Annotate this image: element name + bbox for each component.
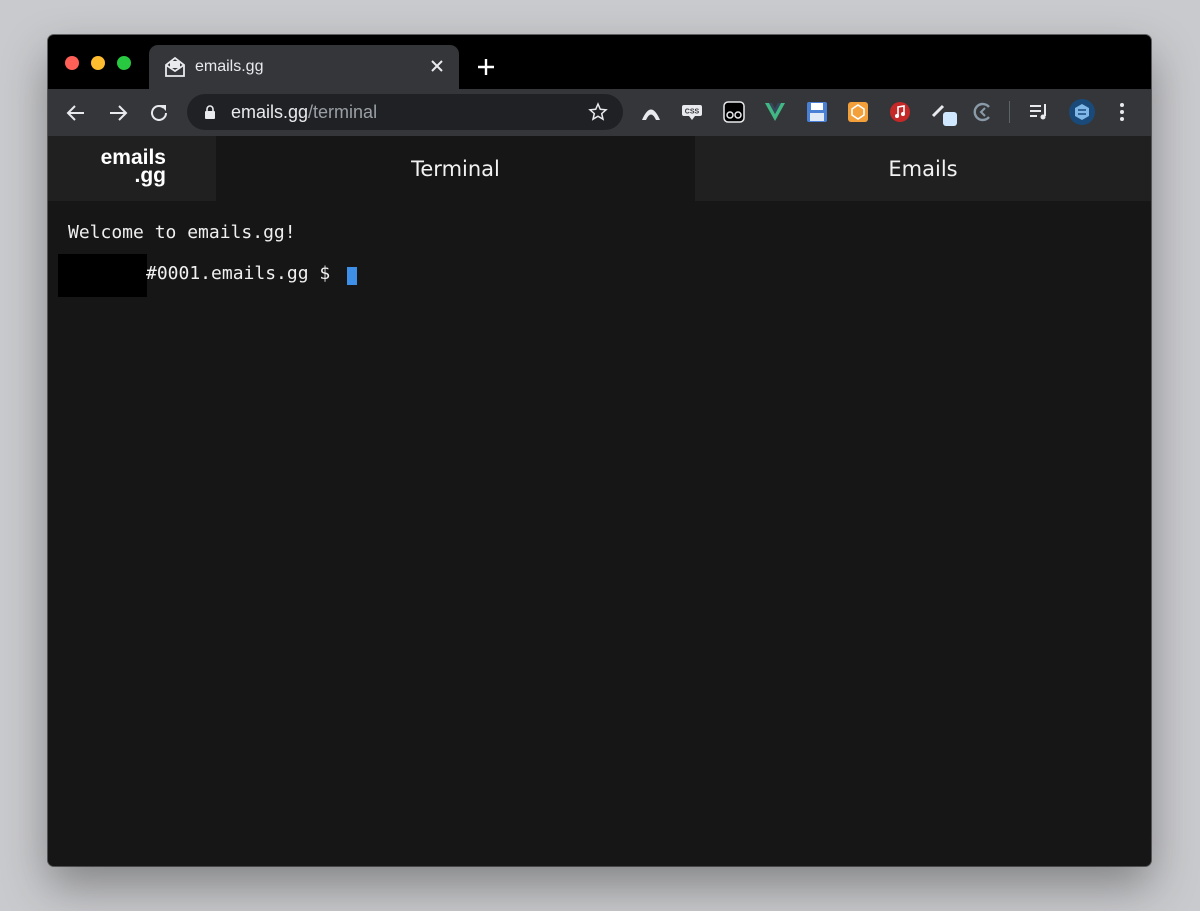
maximize-window-button[interactable]	[117, 56, 131, 70]
terminal-prompt: #0001.emails.gg $	[146, 263, 342, 284]
css-icon[interactable]: CSS	[681, 101, 703, 123]
playlist-icon[interactable]	[1028, 101, 1050, 123]
welcome-message: Welcome to emails.gg!	[68, 222, 296, 243]
tab-title: emails.gg	[195, 58, 264, 75]
tab-emails[interactable]: Emails	[695, 136, 1151, 201]
app-nav: emails .gg Terminal Emails	[48, 136, 1151, 201]
toolbar-divider	[1009, 101, 1010, 123]
bookmark-star-icon[interactable]	[588, 102, 608, 122]
minimize-window-button[interactable]	[91, 56, 105, 70]
logo-line2: .gg	[134, 164, 167, 187]
url-path: /terminal	[308, 102, 378, 122]
new-tab-icon[interactable]	[476, 57, 496, 77]
avatar-icon[interactable]	[1068, 98, 1096, 126]
close-icon[interactable]	[429, 58, 445, 74]
url-text: emails.gg/terminal	[231, 102, 377, 123]
mountain-icon[interactable]	[640, 101, 662, 123]
terminal-cursor[interactable]	[347, 267, 357, 285]
browser-toolbar: emails.gg/terminal CSS	[48, 89, 1151, 136]
forward-arrow-icon[interactable]	[107, 102, 129, 124]
address-bar[interactable]: emails.gg/terminal	[187, 94, 623, 130]
lock-icon	[205, 105, 215, 119]
menu-more-icon[interactable]	[1111, 101, 1133, 123]
floppy-disk-icon[interactable]	[806, 101, 828, 123]
tab-terminal[interactable]: Terminal	[216, 136, 695, 201]
browser-window: emails.gg emails.gg/terminal CSS emails …	[48, 35, 1151, 866]
browser-tab[interactable]: emails.gg	[149, 45, 459, 89]
logo[interactable]: emails .gg	[48, 136, 216, 201]
svg-text:CSS: CSS	[685, 109, 700, 116]
tab-strip: emails.gg	[48, 35, 1151, 89]
music-icon[interactable]	[889, 101, 911, 123]
pen-icon[interactable]	[930, 101, 960, 127]
redacted-username	[58, 254, 147, 297]
orange-extension-icon[interactable]	[847, 101, 869, 123]
close-window-button[interactable]	[65, 56, 79, 70]
envelope-open-icon	[165, 56, 185, 77]
refresh-ring-icon[interactable]	[971, 101, 993, 123]
glasses-icon[interactable]	[723, 101, 745, 123]
back-arrow-icon[interactable]	[65, 102, 87, 124]
vue-icon[interactable]	[764, 101, 786, 123]
reload-icon[interactable]	[148, 102, 170, 124]
url-host: emails.gg	[231, 102, 309, 122]
app-content: emails .gg Terminal Emails Welcome to em…	[48, 136, 1151, 866]
